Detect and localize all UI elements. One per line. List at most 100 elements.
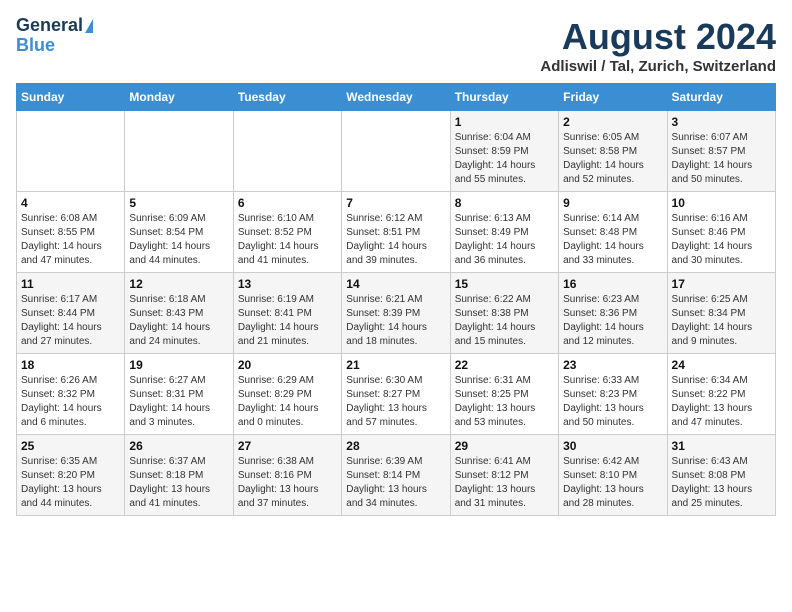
day-info: Sunrise: 6:04 AM Sunset: 8:59 PM Dayligh… (455, 131, 554, 187)
day-info: Sunrise: 6:37 AM Sunset: 8:18 PM Dayligh… (129, 455, 228, 511)
day-number: 2 (563, 115, 662, 129)
day-info: Sunrise: 6:29 AM Sunset: 8:29 PM Dayligh… (238, 374, 337, 430)
weekday-header-tuesday: Tuesday (233, 84, 341, 111)
calendar-cell (17, 111, 125, 192)
calendar-cell (342, 111, 450, 192)
day-number: 12 (129, 277, 228, 291)
day-number: 13 (238, 277, 337, 291)
day-number: 17 (672, 277, 771, 291)
calendar-cell (233, 111, 341, 192)
day-number: 14 (346, 277, 445, 291)
calendar-cell: 4Sunrise: 6:08 AM Sunset: 8:55 PM Daylig… (17, 192, 125, 273)
calendar-cell: 2 Sunrise: 6:05 AM Sunset: 8:58 PM Daylig… (559, 111, 667, 192)
day-number: 24 (672, 358, 771, 372)
day-info: Sunrise: 6:10 AM Sunset: 8:52 PM Dayligh… (238, 212, 337, 268)
weekday-header-friday: Friday (559, 84, 667, 111)
week-row-4: 18Sunrise: 6:26 AM Sunset: 8:32 PM Dayli… (17, 354, 776, 435)
weekday-header-row: SundayMondayTuesdayWednesdayThursdayFrid… (17, 84, 776, 111)
weekday-header-thursday: Thursday (450, 84, 558, 111)
calendar-cell: 8 Sunrise: 6:13 AM Sunset: 8:49 PM Daylig… (450, 192, 558, 273)
day-info: Sunrise: 6:27 AM Sunset: 8:31 PM Dayligh… (129, 374, 228, 430)
calendar-cell: 16Sunrise: 6:23 AM Sunset: 8:36 PM Dayli… (559, 273, 667, 354)
calendar-cell: 3Sunrise: 6:07 AM Sunset: 8:57 PM Daylig… (667, 111, 775, 192)
day-info: Sunrise: 6:09 AM Sunset: 8:54 PM Dayligh… (129, 212, 228, 268)
day-info: Sunrise: 6:17 AM Sunset: 8:44 PM Dayligh… (21, 293, 120, 349)
day-info: Sunrise: 6:13 AM Sunset: 8:49 PM Dayligh… (455, 212, 554, 268)
calendar-cell: 23 Sunrise: 6:33 AM Sunset: 8:23 PM Dayli… (559, 354, 667, 435)
day-number: 27 (238, 439, 337, 453)
calendar-cell: 7 Sunrise: 6:12 AM Sunset: 8:51 PM Daylig… (342, 192, 450, 273)
day-number: 31 (672, 439, 771, 453)
week-row-2: 4Sunrise: 6:08 AM Sunset: 8:55 PM Daylig… (17, 192, 776, 273)
calendar-cell: 20 Sunrise: 6:29 AM Sunset: 8:29 PM Dayli… (233, 354, 341, 435)
day-number: 5 (129, 196, 228, 210)
day-number: 1 (455, 115, 554, 129)
day-number: 7 (346, 196, 445, 210)
day-info: Sunrise: 6:39 AM Sunset: 8:14 PM Dayligh… (346, 455, 445, 511)
calendar-cell: 18Sunrise: 6:26 AM Sunset: 8:32 PM Dayli… (17, 354, 125, 435)
calendar-table: SundayMondayTuesdayWednesdayThursdayFrid… (16, 83, 776, 516)
calendar-cell: 12Sunrise: 6:18 AM Sunset: 8:43 PM Dayli… (125, 273, 233, 354)
calendar-cell: 29Sunrise: 6:41 AM Sunset: 8:12 PM Dayli… (450, 435, 558, 516)
week-row-1: 1 Sunrise: 6:04 AM Sunset: 8:59 PM Daylig… (17, 111, 776, 192)
day-number: 20 (238, 358, 337, 372)
day-number: 19 (129, 358, 228, 372)
calendar-cell (125, 111, 233, 192)
calendar-cell: 9Sunrise: 6:14 AM Sunset: 8:48 PM Daylig… (559, 192, 667, 273)
day-info: Sunrise: 6:25 AM Sunset: 8:34 PM Dayligh… (672, 293, 771, 349)
title-block: August 2024 Adliswil / Tal, Zurich, Swit… (540, 16, 776, 75)
day-info: Sunrise: 6:23 AM Sunset: 8:36 PM Dayligh… (563, 293, 662, 349)
calendar-cell: 24 Sunrise: 6:34 AM Sunset: 8:22 PM Dayli… (667, 354, 775, 435)
weekday-header-saturday: Saturday (667, 84, 775, 111)
logo-triangle-icon (85, 19, 93, 33)
day-number: 23 (563, 358, 662, 372)
day-number: 30 (563, 439, 662, 453)
day-info: Sunrise: 6:12 AM Sunset: 8:51 PM Dayligh… (346, 212, 445, 268)
calendar-subtitle: Adliswil / Tal, Zurich, Switzerland (540, 58, 776, 75)
day-number: 21 (346, 358, 445, 372)
day-info: Sunrise: 6:05 AM Sunset: 8:58 PM Dayligh… (563, 131, 662, 187)
day-number: 6 (238, 196, 337, 210)
calendar-cell: 31 Sunrise: 6:43 AM Sunset: 8:08 PM Dayli… (667, 435, 775, 516)
calendar-cell: 25Sunrise: 6:35 AM Sunset: 8:20 PM Dayli… (17, 435, 125, 516)
day-info: Sunrise: 6:43 AM Sunset: 8:08 PM Dayligh… (672, 455, 771, 511)
day-info: Sunrise: 6:42 AM Sunset: 8:10 PM Dayligh… (563, 455, 662, 511)
calendar-cell: 6 Sunrise: 6:10 AM Sunset: 8:52 PM Daylig… (233, 192, 341, 273)
calendar-cell: 21 Sunrise: 6:30 AM Sunset: 8:27 PM Dayli… (342, 354, 450, 435)
calendar-cell: 13Sunrise: 6:19 AM Sunset: 8:41 PM Dayli… (233, 273, 341, 354)
week-row-5: 25Sunrise: 6:35 AM Sunset: 8:20 PM Dayli… (17, 435, 776, 516)
day-info: Sunrise: 6:31 AM Sunset: 8:25 PM Dayligh… (455, 374, 554, 430)
day-number: 29 (455, 439, 554, 453)
day-info: Sunrise: 6:26 AM Sunset: 8:32 PM Dayligh… (21, 374, 120, 430)
page-header: General Blue August 2024 Adliswil / Tal,… (16, 16, 776, 75)
day-number: 26 (129, 439, 228, 453)
day-number: 3 (672, 115, 771, 129)
day-number: 15 (455, 277, 554, 291)
day-info: Sunrise: 6:30 AM Sunset: 8:27 PM Dayligh… (346, 374, 445, 430)
day-info: Sunrise: 6:16 AM Sunset: 8:46 PM Dayligh… (672, 212, 771, 268)
calendar-cell: 26 Sunrise: 6:37 AM Sunset: 8:18 PM Dayli… (125, 435, 233, 516)
calendar-cell: 14 Sunrise: 6:21 AM Sunset: 8:39 PM Dayli… (342, 273, 450, 354)
logo: General Blue (16, 16, 93, 56)
day-info: Sunrise: 6:38 AM Sunset: 8:16 PM Dayligh… (238, 455, 337, 511)
day-number: 4 (21, 196, 120, 210)
calendar-cell: 28 Sunrise: 6:39 AM Sunset: 8:14 PM Dayli… (342, 435, 450, 516)
logo-text-general: General (16, 16, 83, 36)
day-number: 8 (455, 196, 554, 210)
day-info: Sunrise: 6:34 AM Sunset: 8:22 PM Dayligh… (672, 374, 771, 430)
calendar-cell: 30 Sunrise: 6:42 AM Sunset: 8:10 PM Dayli… (559, 435, 667, 516)
calendar-cell: 1 Sunrise: 6:04 AM Sunset: 8:59 PM Daylig… (450, 111, 558, 192)
day-number: 25 (21, 439, 120, 453)
week-row-3: 11Sunrise: 6:17 AM Sunset: 8:44 PM Dayli… (17, 273, 776, 354)
day-info: Sunrise: 6:33 AM Sunset: 8:23 PM Dayligh… (563, 374, 662, 430)
calendar-cell: 27 Sunrise: 6:38 AM Sunset: 8:16 PM Dayli… (233, 435, 341, 516)
weekday-header-monday: Monday (125, 84, 233, 111)
day-info: Sunrise: 6:21 AM Sunset: 8:39 PM Dayligh… (346, 293, 445, 349)
calendar-cell: 17 Sunrise: 6:25 AM Sunset: 8:34 PM Dayli… (667, 273, 775, 354)
day-number: 22 (455, 358, 554, 372)
day-number: 10 (672, 196, 771, 210)
day-number: 28 (346, 439, 445, 453)
calendar-cell: 11Sunrise: 6:17 AM Sunset: 8:44 PM Dayli… (17, 273, 125, 354)
calendar-cell: 10 Sunrise: 6:16 AM Sunset: 8:46 PM Dayli… (667, 192, 775, 273)
weekday-header-wednesday: Wednesday (342, 84, 450, 111)
